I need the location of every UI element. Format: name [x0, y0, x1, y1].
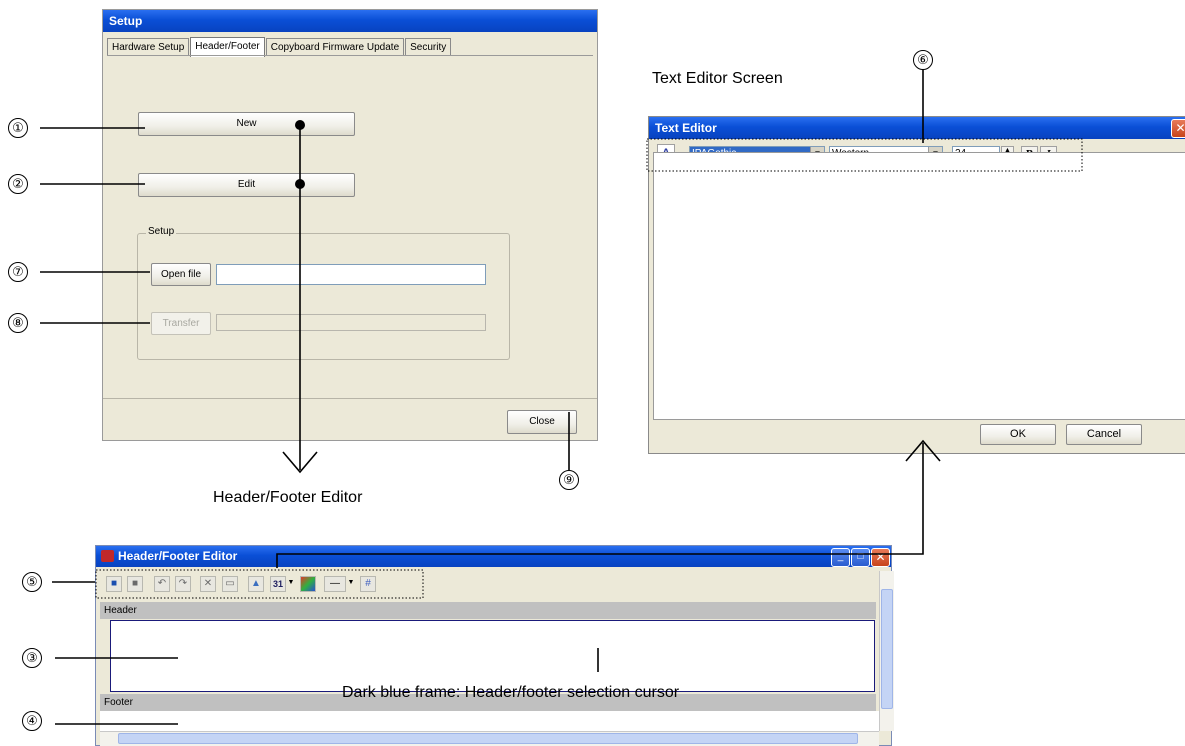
edit-anchor-dot: [295, 179, 305, 189]
annotation-9: ⑨: [559, 470, 579, 490]
hf-toolbar-dotted-frame: [95, 569, 424, 599]
annotation-2: ②: [8, 174, 28, 194]
annotation-4: ④: [22, 711, 42, 731]
annotation-3: ③: [22, 648, 42, 668]
annotation-7: ⑦: [8, 262, 28, 282]
annotation-overlay: [40, 68, 1083, 725]
annotation-5: ⑤: [22, 572, 42, 592]
annotation-6: ⑥: [913, 50, 933, 70]
new-anchor-dot: [295, 120, 305, 130]
text-toolbar-dotted-frame: [646, 138, 1083, 172]
selection-cursor-note: Dark blue frame: Header/footer selection…: [342, 684, 680, 701]
annotation-1: ①: [8, 118, 28, 138]
annotation-8: ⑧: [8, 313, 28, 333]
connector-to-text-editor: [276, 443, 924, 568]
